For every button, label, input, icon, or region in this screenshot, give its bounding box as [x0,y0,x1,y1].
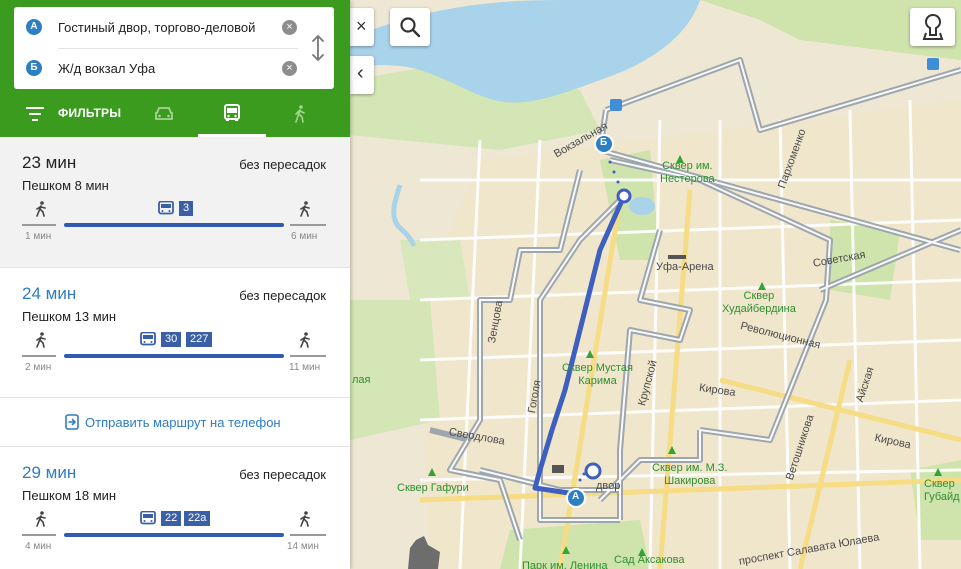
filters-label: ФИЛЬТРЫ [58,106,122,120]
park-lenina: Парк им. Ленина [522,560,608,569]
route-inputs: А Гостиный двор, торгово-деловой × Б Ж/д… [14,7,334,89]
destination-field[interactable]: Б Ж/д вокзал Уфа × [14,48,334,89]
filters-button[interactable]: ФИЛЬТРЫ [22,96,132,137]
walk-segment [22,355,56,357]
bus-icon [158,201,174,215]
route-number: 30 [161,332,182,347]
park-gafuri: Сквер Гафури [397,482,469,494]
walk-icon [295,105,305,123]
tab-car[interactable] [146,96,182,137]
walk-segment [22,534,56,536]
route-walk-time: Пешком 18 мин [22,488,117,503]
clear-origin-icon[interactable]: × [282,20,297,35]
walk-after-time: 11 мин [289,362,321,373]
route-duration: 24 мин [22,284,77,303]
search-button[interactable] [390,8,430,46]
car-icon [155,107,173,120]
transit-segment [64,223,284,227]
park-mustai-karima: Сквер Мустая Карима [562,362,633,387]
walk-after-time: 14 мин [287,541,319,552]
route-option[interactable]: 23 мин без пересадок Пешком 8 мин 3 1 ми… [0,137,350,267]
route-number: 3 [179,201,194,216]
route-transfers: без пересадок [239,288,326,303]
route-option[interactable]: 29 мин без пересадок Пешком 18 мин 22 22… [0,446,350,569]
close-icon: × [356,16,367,36]
collapse-panel-button[interactable]: ‹ [350,56,374,94]
walk-icon [300,511,310,527]
send-to-phone-label: Отправить маршрут на телефон [85,415,281,430]
route-duration: 29 мин [22,463,77,482]
bus-icon [224,104,240,121]
transit-segment [64,533,284,537]
walk-icon [36,511,46,527]
tab-transit[interactable] [198,96,266,137]
route-number: 22 [161,511,182,526]
close-route-button[interactable]: × [350,8,374,46]
route-option[interactable]: 24 мин без пересадок Пешком 13 мин 30 22… [0,267,350,397]
walk-before-time: 4 мин [25,541,52,552]
route-walk-time: Пешком 8 мин [22,178,109,193]
park-gubaidullina: Сквер Губайд [924,478,960,503]
walk-icon [36,201,46,217]
bus-icon [140,332,156,346]
destination-badge: Б [26,60,42,76]
stop-end [584,462,602,480]
park-label-partial: лая [352,374,371,386]
stop-start [616,188,632,204]
walk-segment [290,355,326,357]
park-area [400,240,470,300]
destination-text[interactable]: Ж/д вокзал Уфа [58,61,155,76]
search-icon [400,17,421,38]
marker-a-label: А [572,491,580,502]
park-aksakova: Сад Аксакова [614,554,685,566]
route-number: 227 [186,332,213,347]
tab-walk[interactable] [286,96,314,137]
origin-text[interactable]: Гостиный двор, торгово-деловой [58,20,255,35]
bus-icon [140,511,156,525]
route-number: 22а [184,511,211,526]
send-to-phone-link[interactable]: Отправить маршрут на телефон [0,397,350,446]
walk-before-time: 2 мин [25,362,52,373]
route-duration: 23 мин [22,153,77,172]
filter-icon [26,107,44,121]
origin-field[interactable]: А Гостиный двор, торгово-деловой × [14,7,334,48]
route-transfers: без пересадок [239,467,326,482]
lake [629,197,655,215]
walk-segment [22,224,56,226]
layers-button[interactable] [910,8,955,46]
walk-icon [300,332,310,348]
transport-tabs: ФИЛЬТРЫ [0,96,350,137]
place-ufa-arena: Уфа-Арена [656,261,714,273]
marker-b-label: Б [600,137,608,148]
origin-badge: А [26,19,42,35]
route-transfers: без пересадок [239,157,326,172]
transit-segment [64,354,284,358]
walk-after-time: 6 мин [291,231,318,242]
layers-icon [922,13,944,40]
chevron-left-icon: ‹ [357,62,364,84]
clear-destination-icon[interactable]: × [282,61,297,76]
walk-segment [290,534,326,536]
park-nesterova: Сквер им. Нестерова [660,160,715,185]
walk-segment [290,224,326,226]
swap-icon[interactable] [310,33,326,63]
send-icon [65,414,79,430]
place-dvor: двор [596,480,621,492]
walk-icon [36,332,46,348]
park-khudaiberdina: Сквер Худайбердина [722,290,796,315]
directions-panel: А Гостиный двор, торгово-деловой × Б Ж/д… [0,0,350,569]
walk-before-time: 1 мин [25,231,52,242]
walk-icon [300,201,310,217]
park-shakirova: Сквер им. М.З. Шакирова [652,462,728,487]
route-header: А Гостиный двор, торгово-деловой × Б Ж/д… [0,0,350,137]
route-walk-time: Пешком 13 мин [22,309,117,324]
